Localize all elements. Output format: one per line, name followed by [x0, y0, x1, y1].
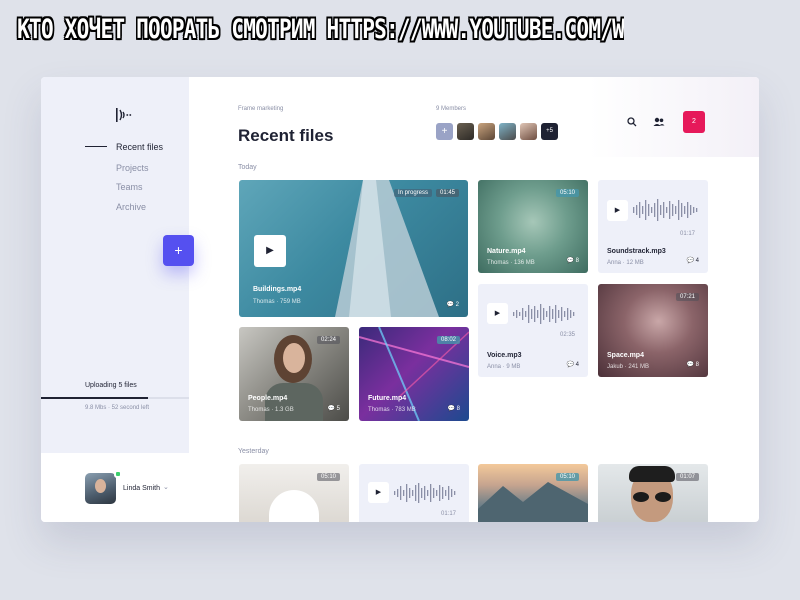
team-icon[interactable] — [653, 117, 665, 130]
file-name: Nature.mp4 — [487, 248, 526, 255]
file-meta: Anna · 12 MB — [607, 260, 644, 266]
comment-count: 💬 8 — [566, 258, 579, 264]
duration-label: 01:17 — [679, 231, 695, 237]
comment-count: 💬 4 — [566, 362, 579, 368]
file-meta: Thomas · 783 MB — [368, 407, 416, 413]
file-card-future[interactable]: 08:02 Future.mp4 Thomas · 783 MB 💬 8 — [359, 327, 469, 421]
project-name: Frame marketing — [238, 106, 284, 112]
duration-badge: 08:02 — [436, 336, 460, 344]
file-name: Space.mp4 — [607, 352, 644, 359]
member-avatar[interactable] — [478, 123, 495, 140]
duration-badge: 07:21 — [675, 293, 699, 301]
comment-count: 💬 8 — [686, 362, 699, 368]
comment-count: 💬 4 — [686, 258, 699, 264]
play-button[interactable]: ▶ — [487, 303, 508, 324]
nav-item-projects[interactable]: Projects — [116, 163, 149, 173]
file-card-space[interactable]: 07:21 Space.mp4 Jakub · 241 MB 💬 8 — [598, 284, 708, 377]
status-badge: In progress — [393, 189, 432, 197]
chevron-down-icon[interactable]: ⌄ — [163, 483, 169, 491]
section-today: Today — [238, 164, 257, 171]
file-card-mountains[interactable]: 05:10 — [478, 464, 588, 522]
play-button[interactable]: ▶ — [368, 482, 389, 503]
more-members-badge[interactable]: +5 — [541, 123, 558, 140]
upload-progress-bar — [41, 397, 148, 399]
duration-badge: 02:24 — [316, 336, 340, 344]
nav-item-archive[interactable]: Archive — [116, 202, 146, 212]
file-name: Future.mp4 — [368, 395, 407, 402]
meme-caption: КТО ХОЧЕТ ПООРАТЬ СМОТРИМ HTTPS://WWW.YO… — [17, 14, 624, 45]
upload-meta: 9.8 Mbs · 52 second left — [85, 405, 150, 411]
play-button[interactable]: ▶ — [607, 200, 628, 221]
waveform — [633, 199, 698, 221]
upload-status-label: Uploading 5 files — [85, 382, 137, 389]
file-meta: Thomas · 136 MB — [487, 260, 535, 266]
file-name: Soundstrack.mp3 — [607, 248, 666, 255]
section-yesterday: Yesterday — [238, 448, 269, 455]
comment-count: 💬 5 — [327, 406, 340, 412]
app-window: Recent files Projects Teams Archive Uplo… — [41, 77, 759, 522]
members-label: 9 Members — [436, 106, 467, 112]
add-button[interactable]: + — [163, 235, 194, 266]
file-card-buildings[interactable]: In progress 01:45 ▶ Buildings.mp4 Thomas… — [239, 180, 468, 317]
file-meta: Jakub · 241 MB — [607, 364, 650, 370]
duration-label: 02:35 — [559, 332, 575, 338]
duration-badge: 01:45 — [435, 189, 459, 197]
nav-item-teams[interactable]: Teams — [116, 182, 143, 192]
notifications-badge[interactable]: 2 — [683, 111, 705, 133]
logo-icon[interactable] — [116, 108, 134, 127]
duration-badge: 05:10 — [555, 189, 579, 197]
waveform — [513, 304, 575, 324]
file-card-nature[interactable]: 05:10 Nature.mp4 Thomas · 136 MB 💬 8 — [478, 180, 588, 273]
file-card-portrait[interactable]: 01:07 — [598, 464, 708, 522]
play-button[interactable]: ▶ — [254, 235, 286, 267]
file-meta: Thomas · 759 MB — [253, 299, 301, 305]
page-title: Recent files — [238, 126, 334, 145]
member-avatar[interactable] — [499, 123, 516, 140]
duration-badge: 05:10 — [555, 473, 579, 481]
add-member-button[interactable]: + — [436, 123, 453, 140]
file-name: Buildings.mp4 — [253, 286, 302, 293]
file-name: People.mp4 — [248, 395, 288, 402]
file-meta: Thomas · 1.3 GB — [248, 407, 294, 413]
file-card-chair[interactable]: 05:10 — [239, 464, 349, 522]
search-icon[interactable] — [627, 117, 637, 130]
online-status-dot — [114, 470, 122, 478]
file-name: Voice.mp3 — [487, 352, 522, 359]
waveform — [394, 483, 456, 503]
header-right-panel — [589, 77, 759, 157]
file-card-voice[interactable]: ▶ 02:35 Voice.mp3 Anna · 9 MB 💬 4 — [478, 284, 588, 377]
comment-count: 💬 8 — [447, 406, 460, 412]
chair-image — [269, 490, 319, 522]
file-card-soundstrack[interactable]: ▶ 01:17 Soundstrack.mp3 Anna · 12 MB 💬 4 — [598, 180, 708, 273]
comment-count: 💬 2 — [446, 302, 459, 308]
duration-label: 01:17 — [440, 511, 456, 517]
user-name[interactable]: Linda Smith — [123, 485, 160, 492]
active-nav-indicator — [85, 146, 107, 147]
file-meta: Anna · 9 MB — [487, 364, 521, 370]
avatar[interactable] — [85, 473, 116, 504]
nav-item-recent-files[interactable]: Recent files — [116, 142, 163, 152]
file-card-audio[interactable]: ▶ 01:17 — [359, 464, 469, 522]
member-avatar[interactable] — [457, 123, 474, 140]
duration-badge: 05:10 — [316, 473, 340, 481]
sidebar: Recent files Projects Teams Archive Uplo… — [41, 77, 189, 522]
member-avatar[interactable] — [520, 123, 537, 140]
user-panel[interactable]: Linda Smith ⌄ — [41, 453, 189, 522]
duration-badge: 01:07 — [675, 473, 699, 481]
file-card-people[interactable]: 02:24 People.mp4 Thomas · 1.3 GB 💬 5 — [239, 327, 349, 421]
